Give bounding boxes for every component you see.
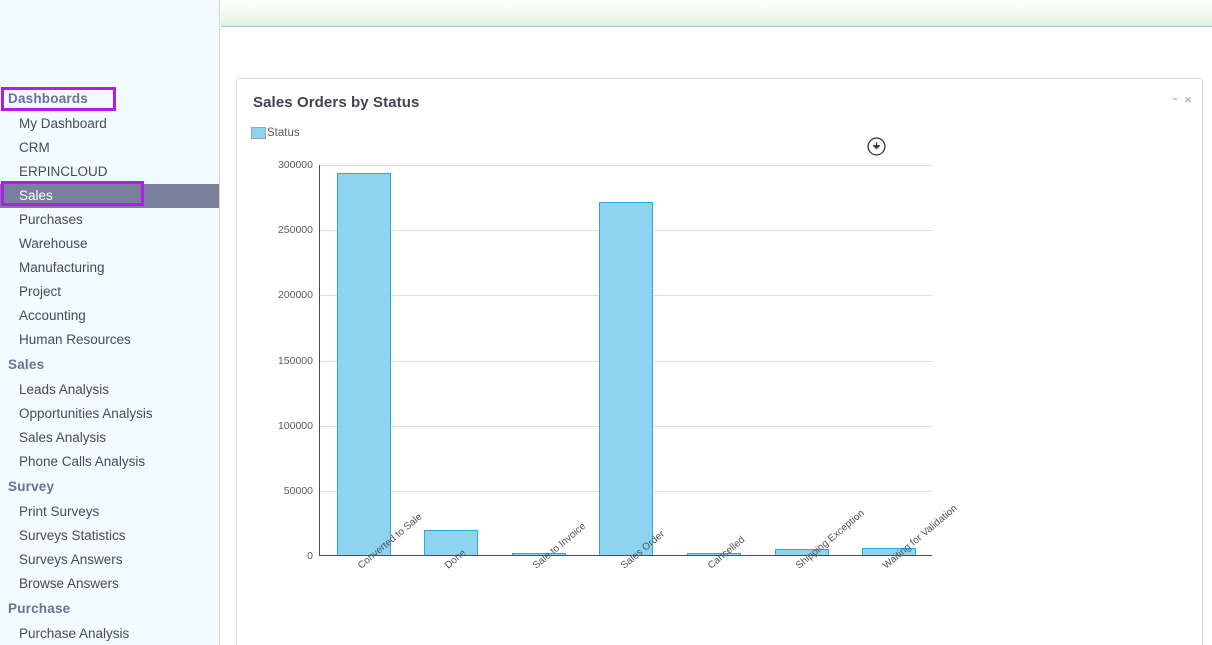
app-root: Dashboards My Dashboard CRM ERPINCLOUD Sales… <box>0 0 1212 645</box>
sidebar-item-surveys-statistics[interactable]: Surveys Statistics <box>0 524 219 548</box>
chart-bar-slot <box>670 165 758 555</box>
sidebar: Dashboards My Dashboard CRM ERPINCLOUD Sales… <box>0 0 220 645</box>
y-axis-tick-label: 150000 <box>277 354 313 367</box>
sidebar-item-opportunities-analysis[interactable]: Opportunities Analysis <box>0 402 219 426</box>
plot-area: 0 50000 100000 150000 200000 250000 300000 Conv… <box>278 159 960 571</box>
chart-panel: Sales Orders by Status - × Status 0 50000… <box>236 78 1203 645</box>
sidebar-item-print-surveys[interactable]: Print Surveys <box>0 500 219 524</box>
sidebar-item-project[interactable]: Project <box>0 280 219 304</box>
sidebar-item-purchase-analysis[interactable]: Purchase Analysis <box>0 622 219 645</box>
y-axis-tick-label: 50000 <box>283 484 313 497</box>
chart-bar-slot <box>583 165 671 555</box>
sidebar-item-accounting[interactable]: Accounting <box>0 304 219 328</box>
sidebar-item-warehouse[interactable]: Warehouse <box>0 232 219 256</box>
page-title: Sales Orders by Status <box>253 94 420 111</box>
minimize-icon[interactable]: - <box>1172 91 1177 106</box>
top-banner <box>221 0 1212 27</box>
chart-bar-slot <box>408 165 496 555</box>
legend-swatch-status <box>251 127 266 139</box>
sidebar-item-surveys-answers[interactable]: Surveys Answers <box>0 548 219 572</box>
sidebar-item-sales[interactable]: Sales <box>0 184 219 208</box>
sidebar-item-human-resources[interactable]: Human Resources <box>0 328 219 352</box>
y-axis-tick-label: 0 <box>307 550 313 562</box>
chart-bar[interactable] <box>424 529 479 555</box>
content-area: Sales Orders by Status - × Status 0 50000… <box>221 28 1212 645</box>
chart-legend: Status <box>251 127 300 139</box>
sidebar-item-sales-analysis[interactable]: Sales Analysis <box>0 426 219 450</box>
chart-bar-slot <box>320 165 408 555</box>
sidebar-group-title: Sales <box>8 357 45 372</box>
sidebar-group-title: Purchase <box>8 601 71 616</box>
sidebar-item-manufacturing[interactable]: Manufacturing <box>0 256 219 280</box>
sidebar-item-browse-answers[interactable]: Browse Answers <box>0 572 219 596</box>
sidebar-item-phone-calls-analysis[interactable]: Phone Calls Analysis <box>0 450 219 474</box>
download-circle-icon[interactable] <box>867 137 886 156</box>
panel-controls: - × <box>1172 91 1192 106</box>
y-axis-tick-label: 250000 <box>277 224 313 237</box>
sidebar-nav-list: Dashboards My Dashboard CRM ERPINCLOUD Sales… <box>0 86 219 645</box>
chart-bar-slot <box>495 165 583 555</box>
chart-bar[interactable] <box>336 173 391 555</box>
sidebar-item-my-dashboard[interactable]: My Dashboard <box>0 112 219 136</box>
sidebar-item-erpincloud[interactable]: ERPINCLOUD <box>0 160 219 184</box>
sidebar-group-title: Dashboards <box>8 91 89 106</box>
chart-bar-slot <box>845 165 933 555</box>
sidebar-item-purchases[interactable]: Purchases <box>0 208 219 232</box>
y-axis-tick-label: 200000 <box>277 289 313 302</box>
y-axis-tick-label: 300000 <box>277 159 313 171</box>
close-icon[interactable]: × <box>1184 93 1192 106</box>
sidebar-item-crm[interactable]: CRM <box>0 136 219 160</box>
bar-chart: 0 50000 100000 150000 200000 250000 300000 Conv… <box>277 159 960 645</box>
sidebar-item-leads-analysis[interactable]: Leads Analysis <box>0 378 219 402</box>
chart-bar[interactable] <box>599 201 654 555</box>
legend-label-status: Status <box>267 127 300 139</box>
chart-bar-slot <box>758 165 846 555</box>
y-axis-tick-label: 100000 <box>277 419 313 432</box>
sidebar-group-title: Survey <box>8 479 55 494</box>
